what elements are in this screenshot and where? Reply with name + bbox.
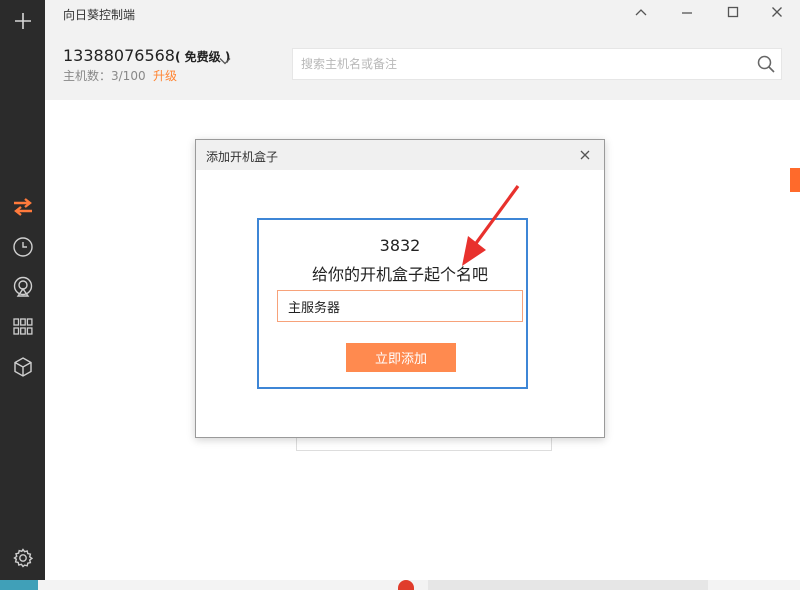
collapse-button[interactable]: [629, 2, 653, 22]
add-now-button[interactable]: 立即添加: [346, 343, 456, 372]
account-info[interactable]: 13388076568( 免费级 ): [63, 46, 230, 65]
taskbar-item: [428, 580, 708, 590]
box-id: 3832: [379, 236, 421, 255]
taskbar-item: [0, 580, 38, 590]
upgrade-link[interactable]: 升级: [153, 67, 177, 84]
gear-icon[interactable]: [10, 545, 35, 570]
remote-desktop-icon[interactable]: [10, 274, 35, 299]
swap-arrows-icon[interactable]: [10, 194, 35, 219]
close-window-button[interactable]: [765, 2, 789, 22]
search-icon[interactable]: [757, 55, 775, 77]
app-title: 向日葵控制端: [63, 8, 136, 22]
add-box-dialog: 添加开机盒子 3832 给你的开机盒子起个名吧 立即添加: [195, 139, 605, 438]
clock-icon[interactable]: [10, 234, 35, 259]
name-prompt: 给你的开机盒子起个名吧: [311, 265, 488, 284]
account-number: 13388076568: [63, 46, 175, 65]
minimize-button[interactable]: [675, 2, 699, 22]
host-count: 主机数：3/100: [63, 69, 146, 83]
cube-icon[interactable]: [10, 354, 35, 379]
background-panel: [296, 438, 552, 451]
maximize-button[interactable]: [721, 2, 745, 22]
box-name-input[interactable]: [277, 290, 523, 322]
plus-icon[interactable]: [10, 8, 35, 33]
dialog-title: 添加开机盒子: [206, 150, 279, 164]
dialog-header: 添加开机盒子: [196, 140, 604, 170]
side-tab[interactable]: [790, 168, 800, 192]
chevron-down-icon[interactable]: [219, 50, 231, 69]
close-icon[interactable]: [576, 146, 594, 164]
taskbar-badge: [398, 580, 414, 590]
search-box: [292, 48, 782, 80]
top-bar: 向日葵控制端 13388076568( 免费级 ) 主机数：3/100 升级: [45, 0, 800, 100]
grid-icon[interactable]: [10, 314, 35, 339]
taskbar-strip: [0, 580, 800, 590]
sidebar: [0, 0, 45, 590]
search-input[interactable]: [293, 49, 749, 79]
